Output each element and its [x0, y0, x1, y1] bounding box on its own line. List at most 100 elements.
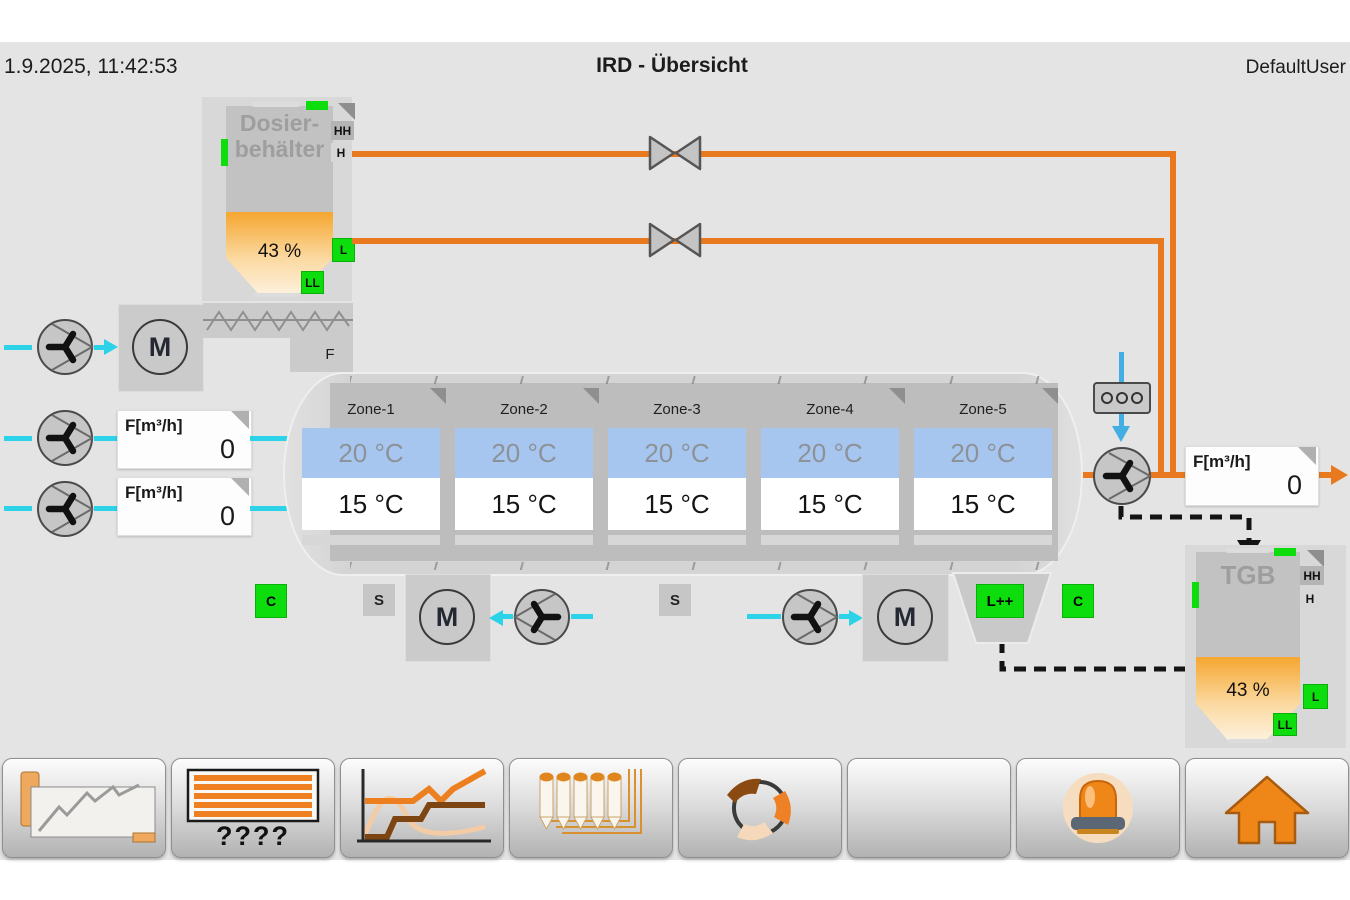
pump-b[interactable]	[36, 480, 94, 538]
tgb-tank-level: 43 %	[1196, 680, 1300, 702]
button-sawtooth-trend[interactable]	[2, 758, 166, 858]
flow-line	[94, 506, 117, 511]
pipe-top-drop	[1170, 151, 1176, 478]
zone-3-label: Zone-3	[608, 401, 746, 418]
alarm-beacon-icon	[1017, 759, 1179, 857]
level-alarm-hh: HH	[1300, 566, 1324, 585]
button-home[interactable]	[1185, 758, 1349, 858]
zone-1-setpoint[interactable]: 20 °C	[302, 428, 440, 478]
button-silos[interactable]	[509, 758, 673, 858]
pump-a[interactable]	[36, 409, 94, 467]
zone-2-label: Zone-2	[455, 401, 593, 418]
zone-5-setpoint[interactable]: 20 °C	[914, 428, 1052, 478]
dot-icon	[1101, 392, 1113, 404]
folded-corner-icon	[231, 411, 249, 429]
folded-corner-icon	[1042, 388, 1058, 404]
button-alarm-list[interactable]: ????	[171, 758, 335, 858]
level-status-bar	[1192, 582, 1199, 608]
zone-2-actual[interactable]: 15 °C	[455, 478, 593, 530]
zone-1-strip	[302, 535, 440, 545]
folded-corner-icon	[338, 103, 355, 120]
flow-line	[839, 614, 849, 619]
pump-outlet[interactable]	[1092, 446, 1152, 506]
flow-arrow-icon	[849, 610, 863, 626]
button-blank[interactable]	[847, 758, 1011, 858]
agitator-status-indicator	[306, 101, 328, 110]
zone-4-label: Zone-4	[761, 401, 899, 418]
folded-corner-icon	[583, 388, 599, 404]
zone-3-actual[interactable]: 15 °C	[608, 478, 746, 530]
screw-feeder[interactable]	[203, 303, 353, 338]
level-alarm-ll: LL	[1273, 713, 1297, 736]
down-arrow-icon	[1112, 426, 1130, 442]
alarm-list-icon	[172, 759, 334, 825]
flow-display-a-value: 0	[130, 434, 235, 465]
cycle-icon	[679, 759, 841, 857]
button-cycle[interactable]	[678, 758, 842, 858]
pipe-second-drop	[1158, 238, 1164, 478]
zone-2-setpoint[interactable]: 20 °C	[455, 428, 593, 478]
status-c-left: C	[255, 584, 287, 618]
flow-line	[250, 436, 290, 441]
agitator-status-indicator	[1274, 548, 1296, 556]
zone-3-setpoint[interactable]: 20 °C	[608, 428, 746, 478]
pipe-second	[352, 238, 1164, 244]
dot-icon	[1116, 392, 1128, 404]
tank-rivets-bottom	[350, 562, 1040, 570]
level-status-bar	[221, 139, 228, 166]
motor-left[interactable]: M	[419, 589, 475, 645]
outlet-flow-arrow-icon	[1331, 465, 1348, 485]
status-s-right: S	[659, 584, 691, 616]
dot-icon	[1131, 392, 1143, 404]
zone-2-strip	[455, 535, 593, 545]
dosing-tank-level: 43 %	[226, 241, 333, 263]
tank-flange	[252, 102, 300, 107]
folded-corner-icon	[1307, 550, 1324, 567]
flow-display-outlet-label: F[m³/h]	[1193, 452, 1251, 472]
level-alarm-h: H	[331, 143, 351, 162]
dosing-tank-label: Dosier- behälter	[226, 110, 333, 162]
level-alarm-ll: LL	[301, 271, 324, 294]
folded-corner-icon	[231, 478, 249, 496]
tank-rivets-top	[350, 376, 1040, 384]
motor-feeder[interactable]: M	[132, 319, 188, 375]
pump-feeder[interactable]	[36, 318, 94, 376]
level-alarm-l: L	[1303, 684, 1328, 709]
tank-flange	[1226, 548, 1270, 553]
flow-display-b-label: F[m³/h]	[125, 483, 183, 503]
zone-3-strip	[608, 535, 746, 545]
current-user: DefaultUser	[1146, 57, 1346, 79]
dosing-tank[interactable]: Dosier- behälter 43 %	[226, 106, 333, 296]
pump-circulation-left[interactable]	[513, 588, 571, 646]
zone-1-actual[interactable]: 15 °C	[302, 478, 440, 530]
flow-line	[94, 436, 117, 441]
alarm-unknown-label: ????	[172, 821, 334, 852]
pump-circulation-right[interactable]	[781, 588, 839, 646]
trend-chart-icon	[341, 759, 503, 857]
valve-second[interactable]	[647, 220, 703, 260]
pipe-top	[352, 151, 1176, 157]
dosing-unit-symbol[interactable]	[1093, 382, 1151, 414]
flow-line	[747, 614, 781, 619]
motor-right[interactable]: M	[877, 589, 933, 645]
screw-feeder-icon	[203, 303, 353, 338]
flow-display-b-value: 0	[130, 501, 235, 532]
flow-line	[4, 506, 32, 511]
status-c-right: C	[1062, 584, 1094, 618]
valve-top[interactable]	[647, 133, 703, 173]
level-alarm-hh: HH	[331, 121, 354, 140]
button-trend-chart[interactable]	[340, 758, 504, 858]
home-icon	[1186, 759, 1348, 857]
status-l-plus-plus: L++	[976, 584, 1024, 618]
flow-line	[571, 614, 593, 619]
page-title: IRD - Übersicht	[422, 54, 922, 78]
zone-4-actual[interactable]: 15 °C	[761, 478, 899, 530]
tank-flange	[252, 293, 300, 297]
flow-line	[4, 345, 32, 350]
zone-4-setpoint[interactable]: 20 °C	[761, 428, 899, 478]
flow-display-a-label: F[m³/h]	[125, 416, 183, 436]
dosing-tank-label-line1: Dosier-	[240, 110, 319, 136]
flow-arrow-icon	[104, 339, 118, 355]
button-alarm-beacon[interactable]	[1016, 758, 1180, 858]
tank-flange	[1228, 739, 1272, 743]
